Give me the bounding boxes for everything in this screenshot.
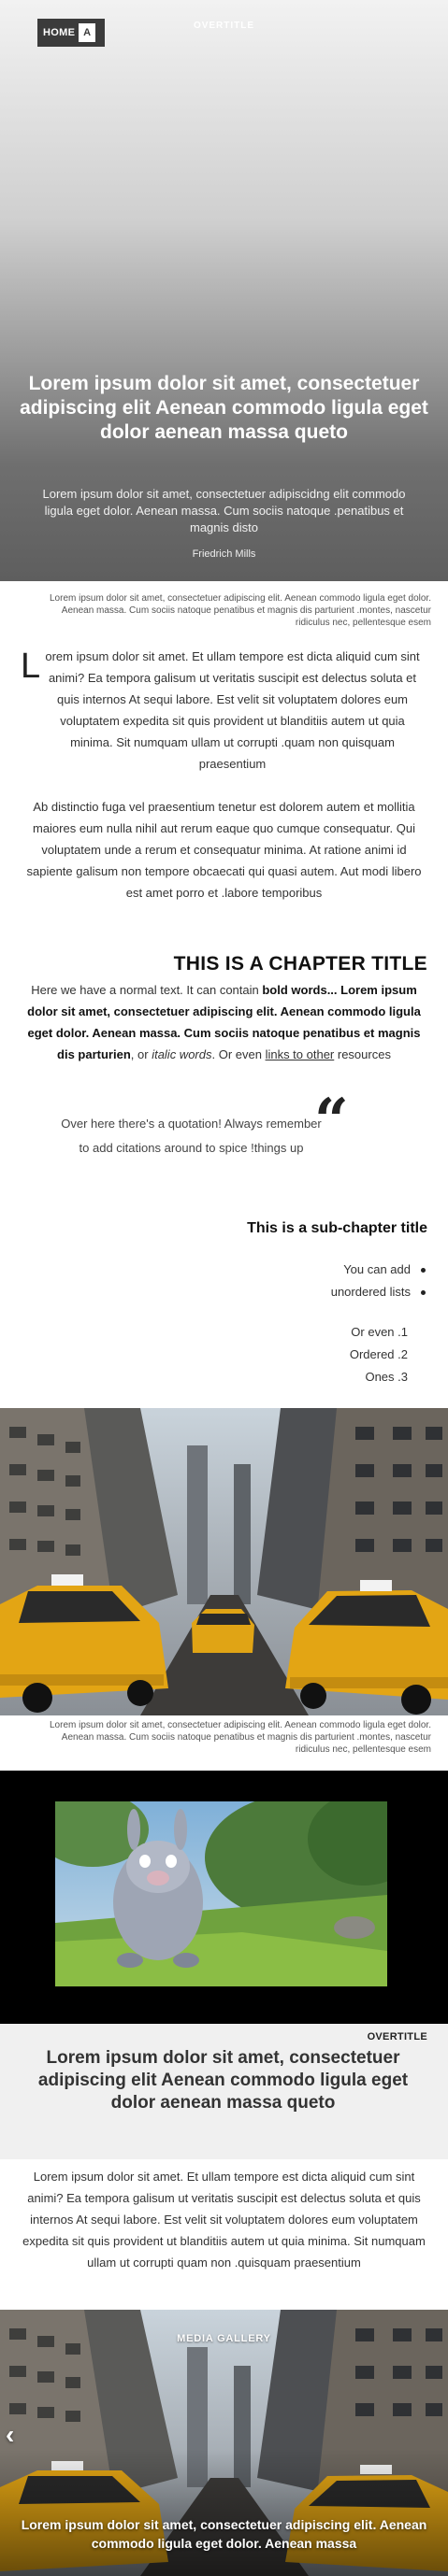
video-player[interactable]: [0, 1771, 448, 2025]
gallery-label: MEDIA GALLERY: [177, 2333, 271, 2344]
text-normal: resources: [334, 1047, 391, 1061]
highlight-title: Lorem ipsum dolor sit amet, consectetuer…: [37, 2048, 409, 2113]
resource-link[interactable]: links to other: [266, 1047, 335, 1061]
list-item: unordered lists: [331, 1281, 426, 1303]
list-item: Or even .1: [351, 1325, 408, 1339]
text-normal: . Or even: [211, 1047, 266, 1061]
unordered-list: You can add unordered lists: [331, 1259, 426, 1303]
body-paragraph: orem ipsum dolor sit amet. Et ullam temp…: [45, 649, 420, 771]
hero-subtitle: Lorem ipsum dolor sit amet, consectetuer…: [42, 487, 406, 534]
body-paragraph: Lorem ipsum dolor sit amet. Et ullam tem…: [22, 2170, 426, 2270]
quotation: Over here there's a quotation! Always re…: [61, 1117, 322, 1155]
hero-author: Friedrich Mills: [192, 548, 256, 560]
body-paragraph: Here we have a normal text. It can conta…: [21, 979, 427, 1065]
hero-overtitle: OVERTITLE: [193, 21, 255, 31]
hero-title: Lorem ipsum dolor sit amet, consectetuer…: [20, 373, 428, 443]
text-normal: Here we have a normal text. It can conta…: [31, 983, 263, 997]
image-caption: Lorem ipsum dolor sit amet, consectetuer…: [49, 593, 431, 628]
list-item: Ordered .2: [349, 1347, 408, 1361]
chapter-title: THIS IS A CHAPTER TITLE: [173, 953, 427, 975]
text-italic: italic words: [152, 1047, 212, 1061]
highlight-overtitle: OVERTITLE: [367, 2031, 427, 2042]
ordered-list: Or even .1 Ordered .2 Ones .3: [350, 1321, 408, 1388]
gallery-caption: Lorem ipsum dolor sit amet, consectetuer…: [21, 2517, 427, 2551]
video-frame[interactable]: [55, 1801, 387, 1986]
city-street-photo: [0, 1408, 448, 1715]
list-item: You can add: [331, 1259, 426, 1281]
hero-section: HOME A OVERTITLE Lorem ipsum dolor sit a…: [0, 0, 448, 581]
list-item: Ones .3: [365, 1370, 408, 1384]
photo-image: [0, 1408, 448, 1715]
image-caption: Lorem ipsum dolor sit amet, consectetuer…: [49, 1720, 431, 1755]
body-paragraph: Ab distinctio fuga vel praesentium tenet…: [26, 800, 422, 900]
text-normal: , or: [130, 1047, 152, 1061]
video-thumbnail: [55, 1801, 387, 1986]
chevron-left-icon[interactable]: ‹: [6, 2422, 14, 2448]
sub-chapter-title: This is a sub-chapter title: [247, 1220, 427, 1236]
